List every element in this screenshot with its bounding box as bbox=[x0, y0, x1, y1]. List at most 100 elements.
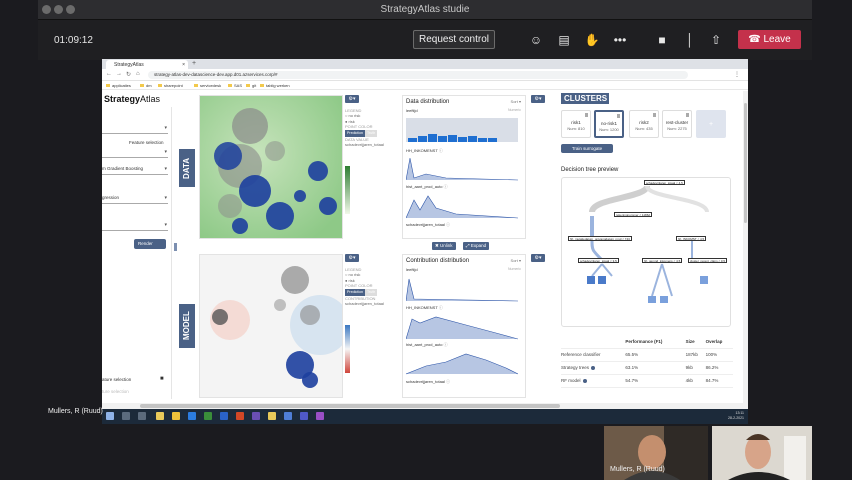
truth-toggle[interactable]: Truth bbox=[364, 130, 378, 138]
option-select[interactable] bbox=[102, 222, 168, 231]
info-icon[interactable]: ⓘ bbox=[446, 379, 450, 384]
tree-node[interactable]: schadevrijjaren_totaal < 4.5 bbox=[644, 180, 685, 185]
add-cluster-button[interactable]: + bbox=[696, 110, 726, 138]
data-dist-settings-gear-icon[interactable]: ⚙▾ bbox=[531, 95, 545, 103]
back-icon[interactable]: ← bbox=[106, 71, 112, 77]
microphone-icon[interactable]: │ bbox=[682, 32, 698, 48]
close-tab-icon[interactable]: × bbox=[182, 62, 185, 68]
scrollbar-thumb[interactable] bbox=[744, 103, 747, 223]
unlink-button[interactable]: ✖ Unlink bbox=[432, 242, 456, 250]
reload-icon[interactable]: ↻ bbox=[126, 71, 131, 78]
render-button[interactable]: Render bbox=[134, 239, 166, 249]
sort-label: Sort bbox=[510, 99, 518, 104]
panel-divider-handle[interactable] bbox=[174, 243, 177, 251]
info-icon[interactable]: ⓘ bbox=[446, 222, 450, 227]
app-icon[interactable] bbox=[252, 412, 260, 420]
outlook-icon[interactable] bbox=[220, 412, 228, 420]
new-tab-icon[interactable]: + bbox=[192, 60, 196, 67]
brand-rest: Atlas bbox=[140, 94, 161, 104]
task-select-value: gression bbox=[102, 195, 120, 200]
app-icon[interactable] bbox=[316, 412, 324, 420]
truth-toggle[interactable]: Truth bbox=[364, 289, 378, 297]
more-options-icon[interactable]: ••• bbox=[612, 32, 628, 48]
data-value-feature: schadevrijjaren_totaal bbox=[345, 142, 384, 148]
model-select[interactable]: m Gradient Boosting bbox=[102, 166, 168, 175]
data-sort-select[interactable]: Sort ▾ bbox=[511, 99, 521, 104]
tree-node[interactable]: hh_mutatiedatum_ontvangdatum_mnd < 743 bbox=[568, 236, 632, 241]
file-explorer-icon[interactable] bbox=[156, 412, 164, 420]
scrollbar-thumb[interactable] bbox=[140, 404, 560, 408]
forward-icon[interactable]: → bbox=[116, 71, 122, 77]
folder-icon[interactable] bbox=[172, 412, 180, 420]
camera-icon[interactable]: ■ bbox=[654, 32, 670, 48]
teams-icon[interactable] bbox=[300, 412, 308, 420]
cluster-card-selected[interactable]: no-risk1 Num: 1200 bbox=[594, 110, 624, 138]
info-icon[interactable]: ⓘ bbox=[439, 305, 443, 310]
delete-cluster-icon[interactable] bbox=[686, 113, 689, 117]
chat-icon[interactable]: ▤ bbox=[556, 32, 572, 48]
perf-cell: 84.7% bbox=[705, 374, 733, 388]
dataset-select[interactable] bbox=[102, 125, 168, 134]
contrib-sort-select[interactable]: Sort ▾ bbox=[511, 258, 521, 263]
data-settings-gear-icon[interactable]: ⚙▾ bbox=[345, 95, 359, 103]
delete-cluster-icon[interactable] bbox=[653, 113, 656, 117]
tree-node[interactable]: hh_INKOMST < 4.5 bbox=[676, 236, 707, 241]
share-screen-icon[interactable]: ⇧ bbox=[708, 32, 724, 48]
tree-node[interactable]: hh_gemnd_inkomens < 4.5 bbox=[642, 258, 683, 263]
bookmark-item[interactable]: tablig werken bbox=[260, 83, 290, 88]
tree-node[interactable]: cluster_recent_claim < 0.5 bbox=[688, 258, 728, 263]
excel-icon[interactable] bbox=[204, 412, 212, 420]
info-icon[interactable] bbox=[591, 365, 596, 370]
leave-button[interactable]: ☎ Leave bbox=[738, 30, 801, 49]
contrib-dist-settings-gear-icon[interactable]: ⚙▾ bbox=[531, 254, 545, 262]
cluster-count: Num: 1200 bbox=[599, 127, 619, 132]
info-icon[interactable]: ⓘ bbox=[444, 184, 448, 189]
expand-button[interactable]: ⤢ Expand bbox=[463, 242, 490, 250]
cluster-card[interactable]: risk2 Num: 435 bbox=[629, 110, 659, 138]
task-select[interactable]: gression bbox=[102, 195, 168, 204]
info-icon[interactable] bbox=[582, 378, 587, 383]
reactions-icon[interactable]: ✋ bbox=[584, 32, 600, 48]
request-control-button[interactable]: Request control bbox=[413, 30, 495, 49]
prediction-toggle[interactable]: Prediction bbox=[345, 130, 365, 138]
cluster-card[interactable]: risk1 Num: 810 bbox=[561, 110, 591, 138]
tree-node[interactable]: schadevrijjaren_totaal < 3.5 bbox=[578, 258, 619, 263]
info-icon[interactable]: ⓘ bbox=[439, 148, 443, 153]
point-color-toggle: Prediction Truth bbox=[345, 129, 384, 138]
app-icon[interactable] bbox=[268, 412, 276, 420]
feature-select[interactable] bbox=[102, 149, 168, 158]
delete-cluster-icon[interactable] bbox=[617, 114, 620, 118]
presenter-name: Mullers, R (Ruud) bbox=[48, 408, 103, 415]
app-icon[interactable] bbox=[284, 412, 292, 420]
bookmark-item[interactable]: dm bbox=[140, 83, 152, 88]
participants-icon[interactable]: ☺ bbox=[528, 32, 544, 48]
edge-icon[interactable] bbox=[188, 412, 196, 420]
bookmark-item[interactable]: applicaties bbox=[106, 83, 131, 88]
feature-name: hist_aant_prod_auto bbox=[406, 184, 443, 189]
browser-menu-icon[interactable]: ⋮ bbox=[734, 71, 740, 78]
bookmark-item[interactable]: servicedesk bbox=[194, 83, 221, 88]
home-icon[interactable]: ⌂ bbox=[136, 71, 140, 77]
legend-label: risk bbox=[348, 118, 355, 124]
tree-node[interactable]: rekeningnummer < 11862 bbox=[614, 212, 653, 217]
bookmark-item[interactable]: sharepoint bbox=[158, 83, 183, 88]
task-view-icon[interactable] bbox=[138, 412, 146, 420]
info-icon[interactable]: ⓘ bbox=[444, 342, 448, 347]
train-surrogate-button[interactable]: Train surrogate bbox=[561, 144, 613, 153]
search-icon[interactable] bbox=[122, 412, 130, 420]
windows-start-icon[interactable] bbox=[106, 412, 114, 420]
powerpoint-icon[interactable] bbox=[236, 412, 244, 420]
model-settings-gear-icon[interactable]: ⚙▾ bbox=[345, 254, 359, 262]
browser-tab[interactable]: StrategyAtlas × bbox=[106, 60, 188, 69]
trash-icon[interactable]: ■ bbox=[160, 376, 164, 382]
bookmark-item[interactable]: SAS bbox=[228, 83, 242, 88]
vertical-scrollbar[interactable] bbox=[743, 91, 748, 403]
data-projection-view[interactable] bbox=[199, 95, 343, 239]
prediction-toggle[interactable]: Prediction bbox=[345, 289, 365, 297]
address-bar[interactable]: strategy-atlas-dev-datascience-dev.app.d… bbox=[148, 71, 688, 79]
delete-cluster-icon[interactable] bbox=[585, 113, 588, 117]
model-projection-view[interactable] bbox=[199, 254, 343, 398]
bookmark-item[interactable]: git bbox=[246, 83, 256, 88]
decision-tree-view[interactable]: schadevrijjaren_totaal < 4.5 rekeningnum… bbox=[561, 177, 731, 327]
cluster-card[interactable]: rest-cluster Num: 2275 bbox=[662, 110, 692, 138]
